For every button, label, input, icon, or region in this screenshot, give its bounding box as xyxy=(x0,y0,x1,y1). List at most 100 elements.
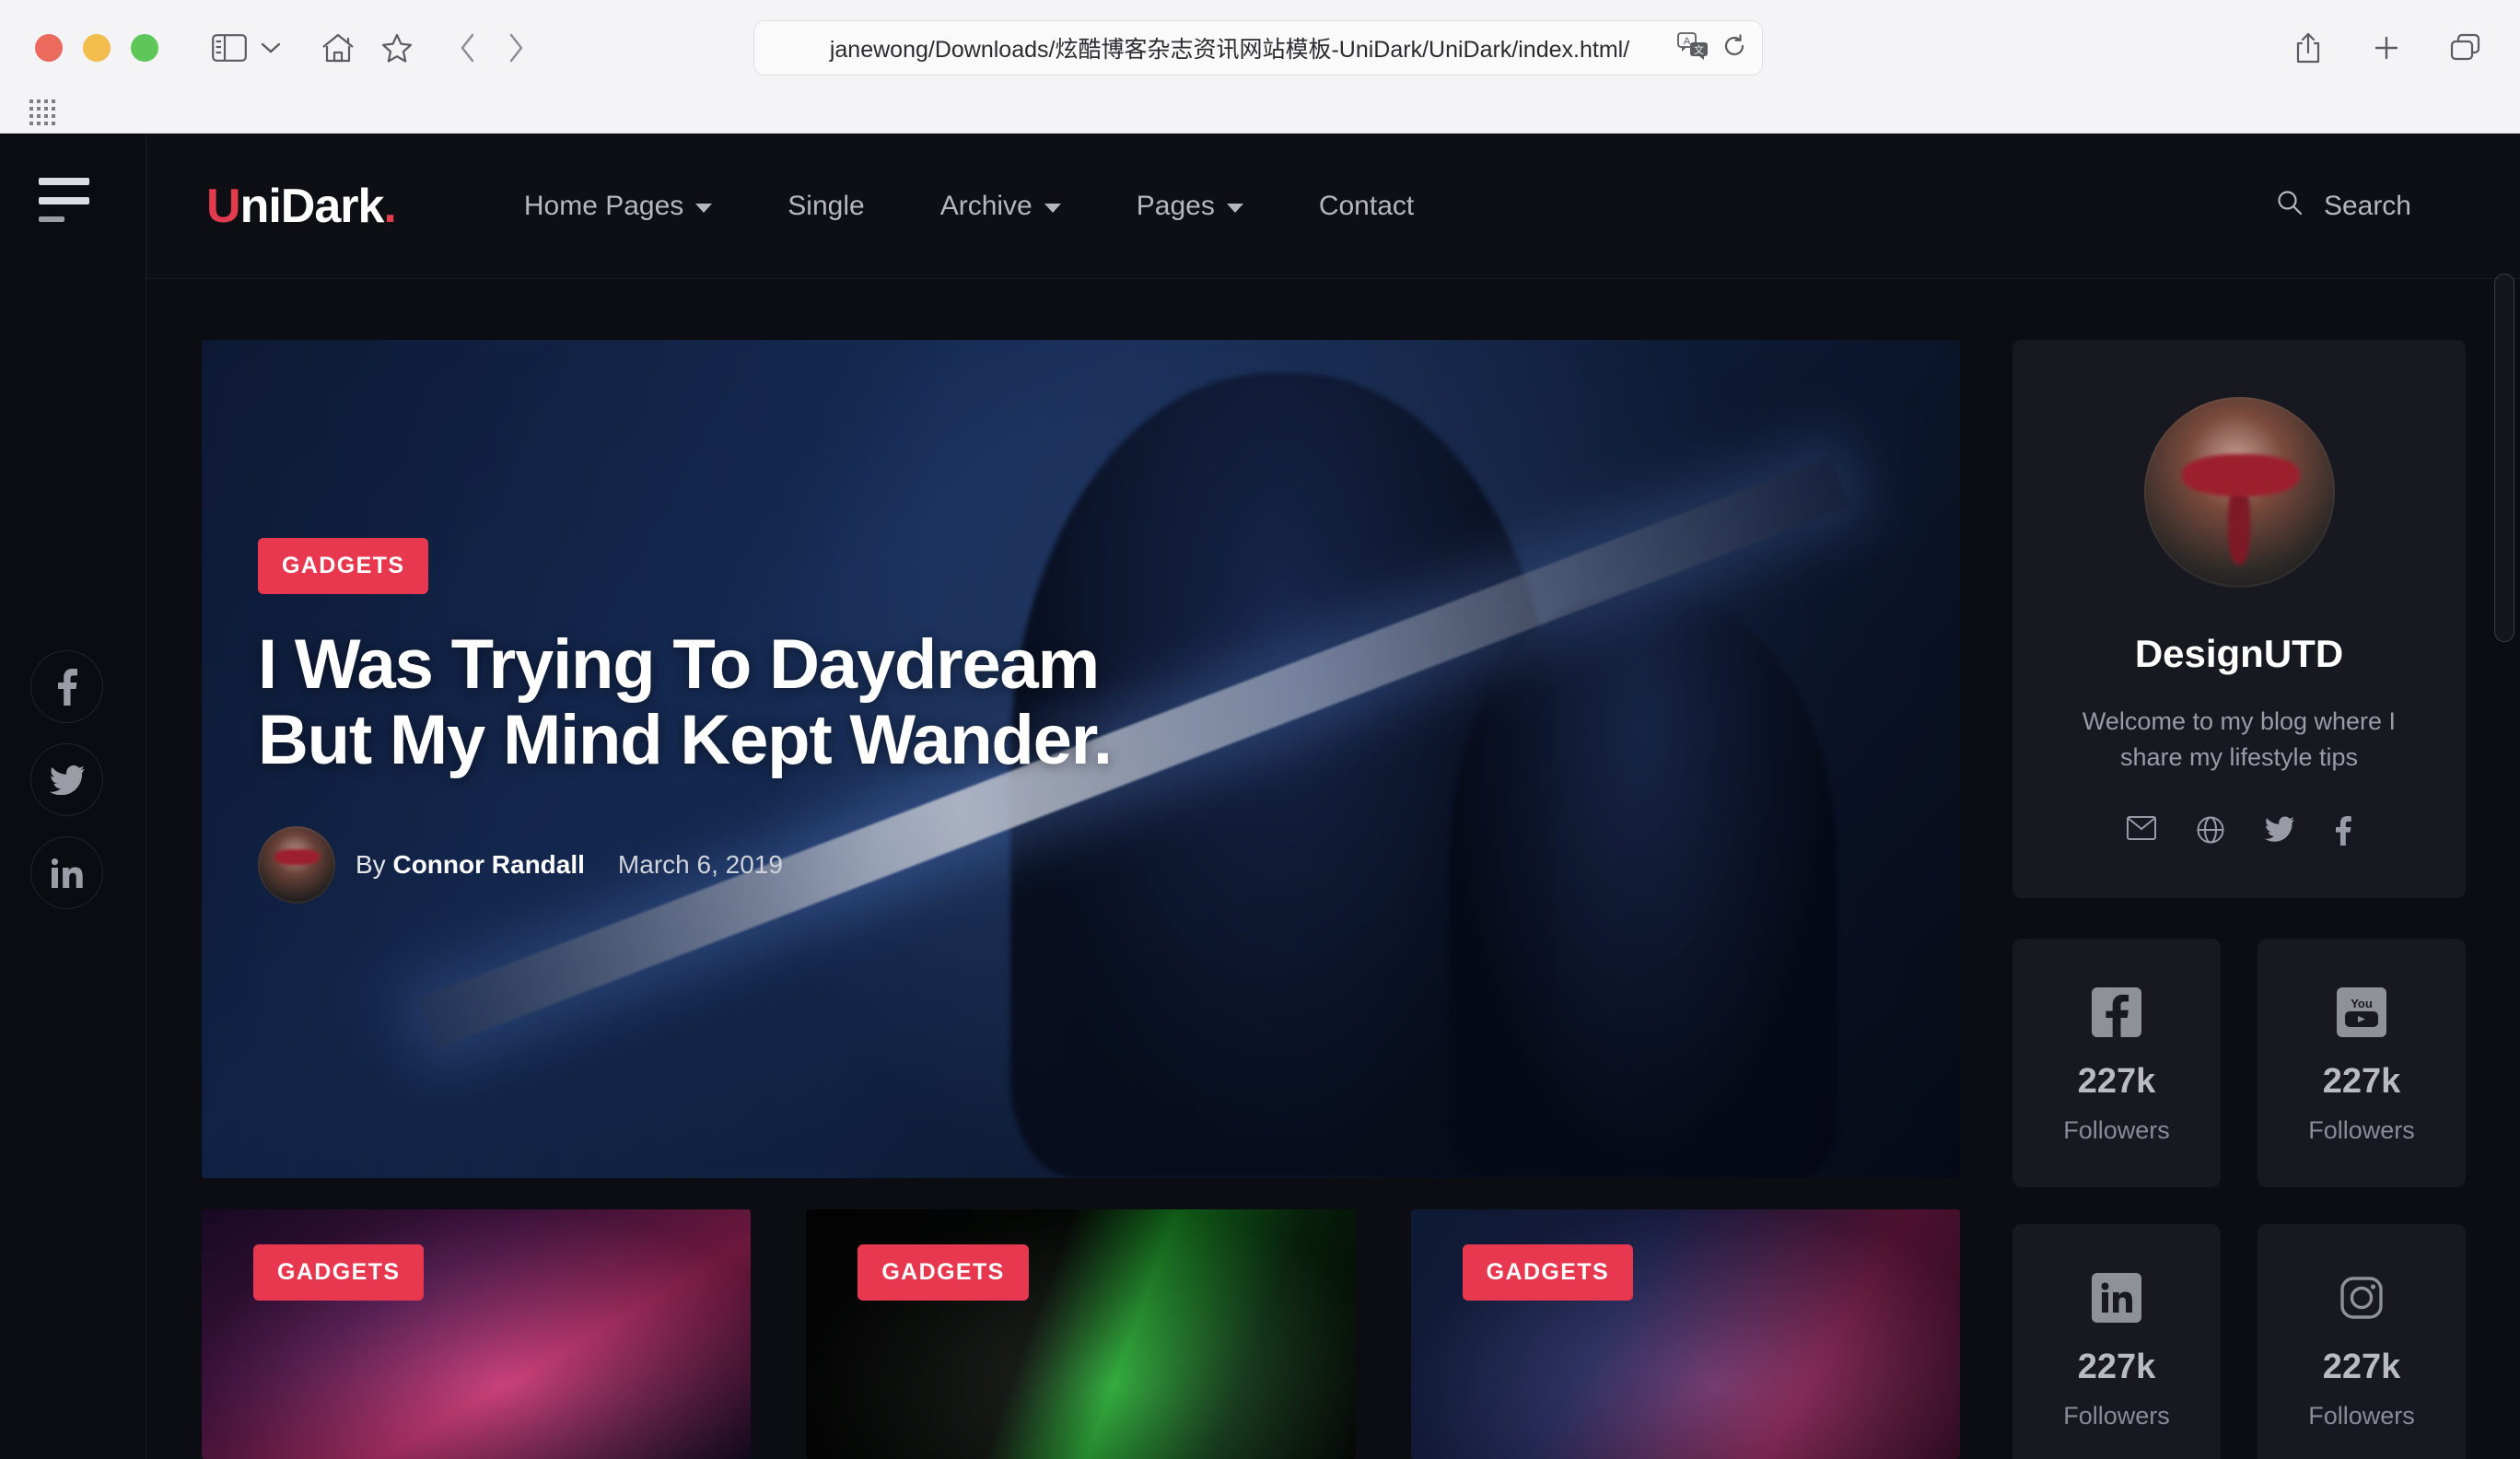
logo-accent-letter: U xyxy=(206,179,241,233)
page-scrollbar[interactable] xyxy=(2494,274,2514,642)
logo-dot: . xyxy=(383,179,396,233)
address-bar[interactable]: /janewong/Downloads/炫酷博客杂志资讯网站模板-UniDark… xyxy=(753,20,1763,76)
forward-chevron-icon[interactable] xyxy=(507,32,525,64)
stat-count: 227k xyxy=(2322,1348,2401,1387)
nav-item-single[interactable]: Single xyxy=(750,191,902,222)
hero-title[interactable]: I Was Trying To Daydream But My Mind Kep… xyxy=(258,625,1113,780)
globe-icon[interactable] xyxy=(2197,816,2224,850)
url-text: /janewong/Downloads/炫酷博客杂志资讯网站模板-UniDark… xyxy=(829,37,1630,63)
left-rail xyxy=(0,134,146,1459)
window-controls xyxy=(35,34,158,62)
svg-text:A: A xyxy=(1684,36,1691,47)
stat-card-facebook[interactable]: 227k Followers xyxy=(2012,939,2221,1188)
translate-icon[interactable]: A 文 xyxy=(1677,31,1709,64)
back-chevron-icon[interactable] xyxy=(459,32,477,64)
profile-avatar xyxy=(2143,397,2335,588)
logo-text: niDark xyxy=(239,179,385,233)
youtube-icon: You xyxy=(2258,986,2466,1038)
right-sidebar: DesignUTD Welcome to my blog where I sha… xyxy=(2012,340,2466,1459)
app-grid-icon[interactable] xyxy=(29,99,55,125)
nav-label: Single xyxy=(788,190,865,221)
plus-icon[interactable] xyxy=(2373,34,2400,62)
search-label: Search xyxy=(2323,190,2411,221)
hero-article-card[interactable]: GADGETS I Was Trying To Daydream But My … xyxy=(202,340,1960,1178)
hero-text-block: GADGETS I Was Trying To Daydream But My … xyxy=(258,538,1113,905)
facebook-icon[interactable] xyxy=(2335,816,2351,850)
article-card[interactable]: GADGETS xyxy=(1410,1209,1960,1459)
bookmark-star-icon[interactable] xyxy=(381,32,413,64)
stat-label: Followers xyxy=(2063,1402,2170,1430)
browser-chrome: /janewong/Downloads/炫酷博客杂志资讯网站模板-UniDark… xyxy=(0,0,2520,134)
social-stats-grid: 227k Followers You 227k Followers 227k F… xyxy=(2012,939,2466,1459)
chevron-down-icon xyxy=(1044,203,1061,213)
svg-text:文: 文 xyxy=(1694,43,1704,56)
nav-item-contact[interactable]: Contact xyxy=(1281,191,1452,222)
twitter-icon[interactable] xyxy=(2265,816,2294,850)
profile-bio: Welcome to my blog where I share my life… xyxy=(2082,707,2397,772)
svg-text:You: You xyxy=(2351,997,2373,1010)
stat-card-instagram[interactable]: 227k Followers xyxy=(2258,1224,2466,1459)
twitter-icon[interactable] xyxy=(30,743,103,816)
author-avatar xyxy=(258,826,335,905)
share-icon[interactable] xyxy=(2293,31,2323,64)
nav-label: Contact xyxy=(1318,190,1415,221)
stat-count: 227k xyxy=(2077,1348,2156,1387)
web-page: UniDark. Home Pages Single Archive Pages… xyxy=(0,134,2520,1459)
linkedin-icon xyxy=(2012,1272,2221,1324)
profile-card: DesignUTD Welcome to my blog where I sha… xyxy=(2012,340,2466,899)
hero-byline: By Connor Randall March 6, 2019 xyxy=(258,826,1112,905)
stat-card-linkedin[interactable]: 227k Followers xyxy=(2012,1224,2221,1459)
nav-label: Home Pages xyxy=(523,190,684,221)
instagram-icon xyxy=(2258,1272,2466,1324)
card-category-badge[interactable]: GADGETS xyxy=(858,1244,1029,1301)
maximize-window-button[interactable] xyxy=(131,34,158,62)
stat-card-youtube[interactable]: You 227k Followers xyxy=(2258,939,2466,1188)
by-prefix: By xyxy=(356,850,386,880)
nav-item-home-pages[interactable]: Home Pages xyxy=(486,191,750,222)
chevron-down-icon xyxy=(695,203,713,213)
stat-label: Followers xyxy=(2308,1116,2415,1145)
search-button[interactable]: Search xyxy=(2276,189,2411,224)
address-bar-icons: A 文 xyxy=(1677,31,1747,64)
article-cards-row: GADGETS GADGETS GADGETS xyxy=(202,1209,1960,1459)
nav-label: Archive xyxy=(939,190,1032,221)
rail-social-links xyxy=(30,650,103,909)
linkedin-icon[interactable] xyxy=(30,836,103,909)
home-icon[interactable] xyxy=(321,32,356,64)
content-area: GADGETS I Was Trying To Daydream But My … xyxy=(146,279,2520,1459)
browser-right-tools xyxy=(2293,0,2481,96)
nav-label: Pages xyxy=(1136,190,1215,221)
hero-title-line-2: But My Mind Kept Wander. xyxy=(258,701,1113,780)
article-card[interactable]: GADGETS xyxy=(202,1209,752,1459)
chevron-down-icon[interactable] xyxy=(260,41,282,55)
stat-count: 227k xyxy=(2077,1062,2156,1102)
nav-item-archive[interactable]: Archive xyxy=(903,191,1099,222)
chevron-down-icon xyxy=(1226,203,1243,213)
card-category-badge[interactable]: GADGETS xyxy=(253,1244,425,1301)
facebook-icon[interactable] xyxy=(30,650,103,723)
author-name-block[interactable]: By Connor Randall xyxy=(356,850,585,880)
article-card[interactable]: GADGETS xyxy=(806,1209,1356,1459)
profile-name: DesignUTD xyxy=(2134,632,2344,675)
facebook-icon xyxy=(2012,986,2221,1038)
sidebar-toggle-icon[interactable] xyxy=(212,34,247,62)
card-category-badge[interactable]: GADGETS xyxy=(1462,1244,1634,1301)
envelope-icon[interactable] xyxy=(2127,816,2156,850)
publish-date: March 6, 2019 xyxy=(617,850,783,880)
close-window-button[interactable] xyxy=(35,34,63,62)
site-logo[interactable]: UniDark. xyxy=(206,179,397,234)
profile-social-links xyxy=(2059,816,2420,850)
reload-icon[interactable] xyxy=(1721,33,1747,64)
site-navbar: UniDark. Home Pages Single Archive Pages… xyxy=(146,134,2520,279)
nav-item-pages[interactable]: Pages xyxy=(1099,191,1281,222)
author-name: Connor Randall xyxy=(392,850,585,880)
stat-count: 227k xyxy=(2322,1062,2401,1102)
hero-category-badge[interactable]: GADGETS xyxy=(258,538,429,594)
hero-title-line-1: I Was Trying To Daydream xyxy=(258,625,1100,704)
nav-links: Home Pages Single Archive Pages Contact xyxy=(486,191,1452,222)
stat-label: Followers xyxy=(2308,1402,2415,1430)
minimize-window-button[interactable] xyxy=(83,34,111,62)
hamburger-menu-icon[interactable] xyxy=(39,178,111,234)
search-icon xyxy=(2276,189,2304,224)
tab-overview-icon[interactable] xyxy=(2450,33,2481,63)
